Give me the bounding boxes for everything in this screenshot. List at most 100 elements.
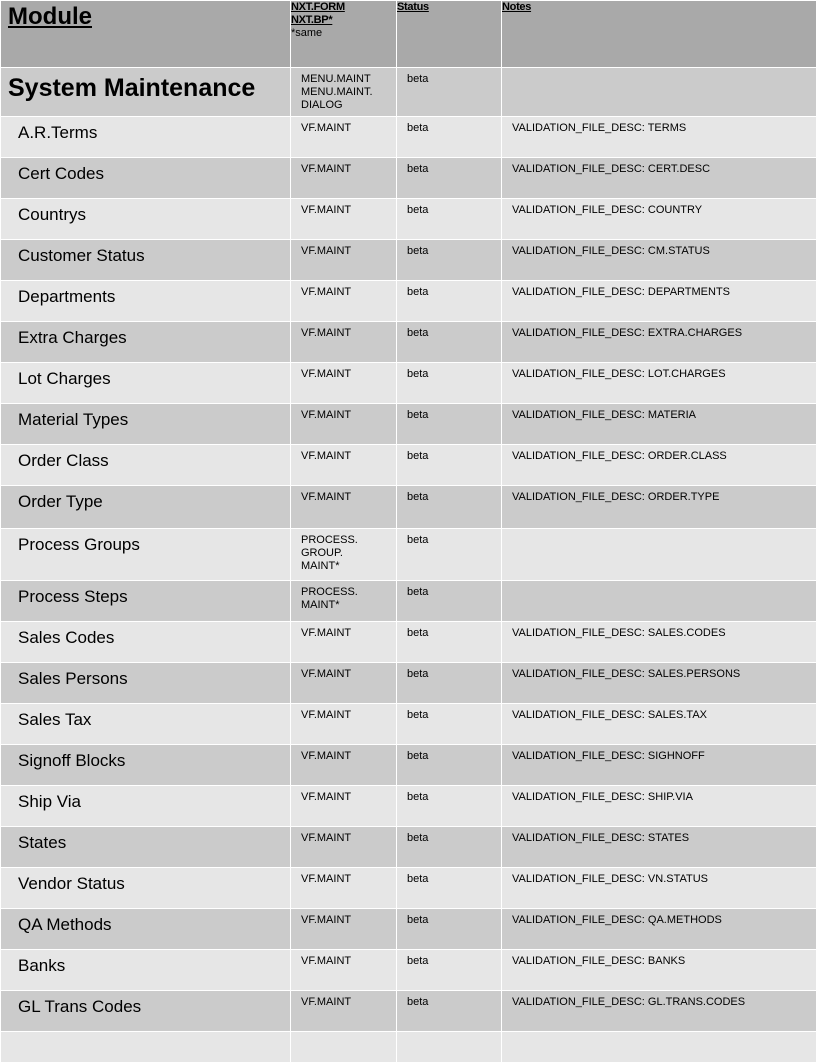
header-status-cell: Status [397,1,502,68]
form-cell: VF.MAINT [291,745,397,786]
module-name-cell: Ship Via [1,786,291,827]
status-cell: beta [397,363,502,404]
form-cell: VF.MAINT [291,868,397,909]
table-row: Order TypeVF.MAINTbetaVALIDATION_FILE_DE… [1,486,816,529]
section-title: System Maintenance [1,68,290,103]
table-row: Process StepsPROCESS. MAINT*beta [1,581,816,622]
notes-value: VALIDATION_FILE_DESC: EXTRA.CHARGES [502,322,816,340]
module-name: Extra Charges [1,322,290,348]
section-form-cell: MENU.MAINT MENU.MAINT. DIALOG [291,68,397,117]
module-name: Order Class [1,445,290,471]
module-name: Lot Charges [1,363,290,389]
form-cell: VF.MAINT [291,663,397,704]
module-name: Ship Via [1,786,290,812]
module-name: Countrys [1,199,290,225]
notes-cell: VALIDATION_FILE_DESC: CM.STATUS [502,240,816,281]
form-value: VF.MAINT [291,991,396,1009]
header-module-cell: Module [1,1,291,68]
empty-cell [291,1032,397,1063]
notes-value: VALIDATION_FILE_DESC: GL.TRANS.CODES [502,991,816,1009]
module-name-cell: Sales Codes [1,622,291,663]
form-value: VF.MAINT [291,745,396,763]
table-row: Ship ViaVF.MAINTbetaVALIDATION_FILE_DESC… [1,786,816,827]
module-column-header: Module [1,1,290,31]
form-value: VF.MAINT [291,158,396,176]
module-name-cell: Departments [1,281,291,322]
notes-cell: VALIDATION_FILE_DESC: BANKS [502,950,816,991]
module-name: QA Methods [1,909,290,935]
module-name-cell: GL Trans Codes [1,991,291,1032]
module-name-cell: Signoff Blocks [1,745,291,786]
module-name: Customer Status [1,240,290,266]
status-value: beta [397,704,501,722]
header-row: Module NXT.FORM NXT.BP* *same Status Not… [1,1,816,68]
table-row: Cert CodesVF.MAINTbetaVALIDATION_FILE_DE… [1,158,816,199]
notes-cell: VALIDATION_FILE_DESC: DEPARTMENTS [502,281,816,322]
notes-value: VALIDATION_FILE_DESC: CERT.DESC [502,158,816,176]
table-row: Material TypesVF.MAINTbetaVALIDATION_FIL… [1,404,816,445]
module-name-cell: Order Type [1,486,291,529]
status-cell: beta [397,909,502,950]
notes-cell: VALIDATION_FILE_DESC: GL.TRANS.CODES [502,991,816,1032]
notes-cell: VALIDATION_FILE_DESC: LOT.CHARGES [502,363,816,404]
notes-value: VALIDATION_FILE_DESC: STATES [502,827,816,845]
form-value: VF.MAINT [291,622,396,640]
table-row: Customer StatusVF.MAINTbetaVALIDATION_FI… [1,240,816,281]
header-form-cell: NXT.FORM NXT.BP* *same [291,1,397,68]
table-row: Sales TaxVF.MAINTbetaVALIDATION_FILE_DES… [1,704,816,745]
module-name-cell: Vendor Status [1,868,291,909]
form-value: VF.MAINT [291,363,396,381]
notes-cell: VALIDATION_FILE_DESC: STATES [502,827,816,868]
table-row: BanksVF.MAINTbetaVALIDATION_FILE_DESC: B… [1,950,816,991]
module-name: Sales Codes [1,622,290,648]
form-cell: VF.MAINT [291,199,397,240]
notes-value [502,529,816,534]
status-value: beta [397,991,501,1009]
module-name: Departments [1,281,290,307]
notes-value: VALIDATION_FILE_DESC: SALES.CODES [502,622,816,640]
notes-value: VALIDATION_FILE_DESC: MATERIA [502,404,816,422]
module-name: Signoff Blocks [1,745,290,771]
section-notes [502,68,816,73]
form-value: VF.MAINT [291,868,396,886]
status-cell: beta [397,991,502,1032]
module-name-cell: Material Types [1,404,291,445]
status-cell: beta [397,445,502,486]
status-cell: beta [397,704,502,745]
module-name: Sales Tax [1,704,290,730]
notes-value [502,581,816,586]
section-status: beta [397,68,501,86]
module-name-cell: Cert Codes [1,158,291,199]
table-row: Process GroupsPROCESS. GROUP. MAINT*beta [1,529,816,581]
status-cell: beta [397,868,502,909]
table-row: StatesVF.MAINTbetaVALIDATION_FILE_DESC: … [1,827,816,868]
status-value: beta [397,158,501,176]
module-name: States [1,827,290,853]
section-status-cell: beta [397,68,502,117]
status-value: beta [397,745,501,763]
notes-value: VALIDATION_FILE_DESC: DEPARTMENTS [502,281,816,299]
form-value: VF.MAINT [291,404,396,422]
notes-value: VALIDATION_FILE_DESC: SHIP.VIA [502,786,816,804]
form-value: VF.MAINT [291,909,396,927]
notes-value: VALIDATION_FILE_DESC: SIGHNOFF [502,745,816,763]
status-cell: beta [397,281,502,322]
form-cell: VF.MAINT [291,704,397,745]
form-value: VF.MAINT [291,199,396,217]
form-value: PROCESS. GROUP. MAINT* [291,529,396,573]
form-cell: VF.MAINT [291,991,397,1032]
status-value: beta [397,663,501,681]
form-cell: VF.MAINT [291,622,397,663]
status-value: beta [397,786,501,804]
status-cell: beta [397,486,502,529]
status-value: beta [397,581,501,599]
table-row: Extra ChargesVF.MAINTbetaVALIDATION_FILE… [1,322,816,363]
form-cell: VF.MAINT [291,909,397,950]
status-value: beta [397,404,501,422]
form-cell: VF.MAINT [291,158,397,199]
form-value: VF.MAINT [291,704,396,722]
status-value: beta [397,363,501,381]
table-row: CountrysVF.MAINTbetaVALIDATION_FILE_DESC… [1,199,816,240]
notes-value: VALIDATION_FILE_DESC: CM.STATUS [502,240,816,258]
module-name: GL Trans Codes [1,991,290,1017]
